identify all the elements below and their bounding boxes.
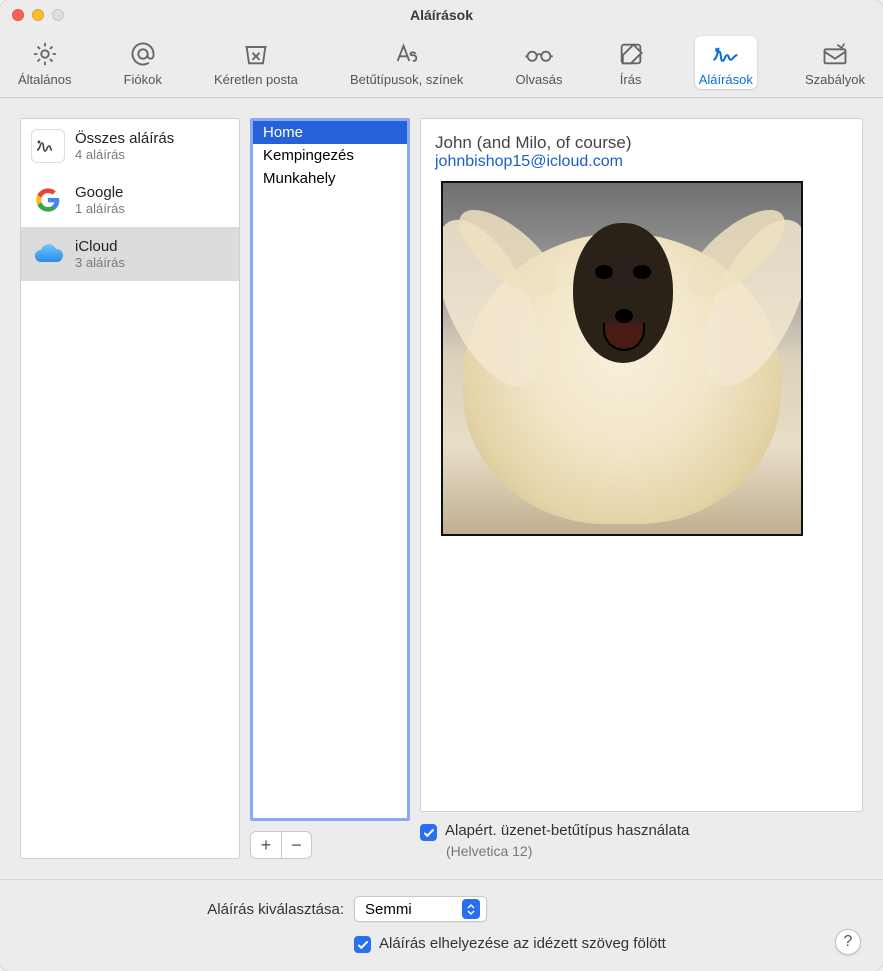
- choose-signature-label: Aláírás kiválasztása:: [24, 901, 344, 918]
- footer: Aláírás kiválasztása: Semmi Aláírás elhe…: [0, 879, 883, 971]
- at-icon: [127, 38, 159, 70]
- account-item-all[interactable]: Összes aláírás 4 aláírás: [21, 119, 239, 173]
- account-name: iCloud: [75, 238, 125, 255]
- signature-tile-icon: [31, 129, 65, 163]
- tab-signatures[interactable]: Aláírások: [695, 36, 757, 89]
- signature-image: [441, 181, 803, 536]
- tab-junk[interactable]: Kéretlen posta: [210, 36, 302, 89]
- place-above-row: Aláírás elhelyezése az idézett szöveg fö…: [24, 934, 859, 953]
- place-above-checkbox[interactable]: [354, 936, 371, 953]
- account-name: Google: [75, 184, 125, 201]
- tab-composing[interactable]: Írás: [611, 36, 651, 89]
- default-font-checkbox[interactable]: [420, 824, 437, 841]
- zoom-button[interactable]: [52, 9, 64, 21]
- tab-general[interactable]: Általános: [14, 36, 75, 89]
- signature-name-line: John (and Milo, of course): [435, 133, 848, 153]
- signature-item-camping[interactable]: Kempingezés: [253, 144, 407, 167]
- remove-signature-button[interactable]: −: [281, 832, 311, 858]
- accounts-list: Összes aláírás 4 aláírás Google 1 aláírá…: [20, 118, 240, 859]
- compose-icon: [615, 38, 647, 70]
- glasses-icon: [523, 38, 555, 70]
- fonts-icon: [391, 38, 423, 70]
- titlebar: Aláírások: [0, 0, 883, 30]
- icloud-icon: [31, 237, 65, 271]
- google-icon: [31, 183, 65, 217]
- preview-column: John (and Milo, of course) johnbishop15@…: [420, 118, 863, 859]
- trash-x-icon: [240, 38, 272, 70]
- account-count: 3 aláírás: [75, 255, 125, 270]
- tab-rules[interactable]: Szabályok: [801, 36, 869, 89]
- place-above-label: Aláírás elhelyezése az idézett szöveg fö…: [379, 935, 666, 952]
- signature-preview[interactable]: John (and Milo, of course) johnbishop15@…: [420, 118, 863, 812]
- default-font-row: Alapért. üzenet-betűtípus használata: [420, 822, 863, 841]
- window-controls: [12, 9, 64, 21]
- default-font-sub: (Helvetica 12): [446, 843, 863, 859]
- window-title: Aláírások: [0, 7, 883, 23]
- content-area: Összes aláírás 4 aláírás Google 1 aláírá…: [0, 98, 883, 879]
- choose-signature-row: Aláírás kiválasztása: Semmi: [24, 896, 859, 922]
- preferences-toolbar: Általános Fiókok Kéretlen posta Betűtípu…: [0, 30, 883, 98]
- choose-signature-value: Semmi: [365, 901, 412, 918]
- chevron-up-down-icon: [462, 899, 480, 919]
- account-count: 4 aláírás: [75, 147, 174, 162]
- account-item-google[interactable]: Google 1 aláírás: [21, 173, 239, 227]
- signature-icon: [710, 38, 742, 70]
- minimize-button[interactable]: [32, 9, 44, 21]
- account-item-icloud[interactable]: iCloud 3 aláírás: [21, 227, 239, 281]
- gear-icon: [29, 38, 61, 70]
- tab-viewing[interactable]: Olvasás: [512, 36, 567, 89]
- help-button[interactable]: ?: [835, 929, 861, 955]
- choose-signature-select[interactable]: Semmi: [354, 896, 487, 922]
- close-button[interactable]: [12, 9, 24, 21]
- signatures-column: Home Kempingezés Munkahely + −: [250, 118, 410, 859]
- default-font-label: Alapért. üzenet-betűtípus használata: [445, 822, 689, 839]
- tab-fonts-colors[interactable]: Betűtípusok, színek: [346, 36, 467, 89]
- signatures-list[interactable]: Home Kempingezés Munkahely: [250, 118, 410, 821]
- tab-accounts[interactable]: Fiókok: [120, 36, 166, 89]
- rules-icon: [819, 38, 851, 70]
- preferences-window: Aláírások Általános Fiókok Kéretlen post…: [0, 0, 883, 971]
- add-remove-buttons: + −: [250, 831, 312, 859]
- signature-email: johnbishop15@icloud.com: [435, 153, 848, 171]
- account-count: 1 aláírás: [75, 201, 125, 216]
- add-signature-button[interactable]: +: [251, 832, 281, 858]
- signature-item-work[interactable]: Munkahely: [253, 167, 407, 190]
- signature-item-home[interactable]: Home: [253, 121, 407, 144]
- account-name: Összes aláírás: [75, 130, 174, 147]
